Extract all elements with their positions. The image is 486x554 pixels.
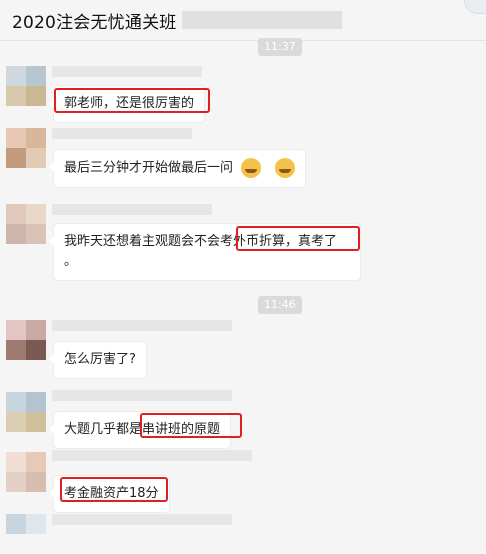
message-text: 怎么厉害了? xyxy=(64,352,136,367)
avatar[interactable] xyxy=(6,320,46,360)
message-bubble[interactable]: 怎么厉害了? xyxy=(49,342,146,378)
message-text: 最后三分钟才开始做最后一问 xyxy=(64,160,234,176)
avatar[interactable] xyxy=(6,392,46,432)
avatar[interactable] xyxy=(6,514,46,554)
highlight-box xyxy=(236,226,360,251)
timestamp: 11:46 xyxy=(258,296,302,314)
more-icon[interactable] xyxy=(464,0,486,14)
highlight-box xyxy=(140,413,242,438)
highlight-box xyxy=(54,88,210,113)
sender-name-redaction xyxy=(52,204,212,215)
avatar[interactable] xyxy=(6,128,46,168)
avatar[interactable] xyxy=(6,452,46,492)
laugh-cry-emoji-icon xyxy=(241,158,262,178)
chat-header: 2020注会无忧通关班 xyxy=(0,0,486,41)
message-text: 。 xyxy=(64,254,78,269)
sender-name-redaction xyxy=(52,320,232,331)
chat-title: 2020注会无忧通关班 xyxy=(12,13,177,33)
sender-name-redaction xyxy=(52,128,192,139)
timestamp: 11:37 xyxy=(258,38,302,56)
message-bubble[interactable]: 最后三分钟才开始做最后一问 xyxy=(48,150,306,187)
title-redaction xyxy=(182,11,342,29)
sender-name-redaction xyxy=(52,390,232,401)
sender-name-redaction xyxy=(52,66,202,77)
sender-name-redaction xyxy=(52,450,252,461)
avatar[interactable] xyxy=(6,66,46,106)
highlight-box xyxy=(60,477,168,502)
sender-name-redaction xyxy=(52,514,232,525)
laugh-cry-emoji-icon xyxy=(275,158,296,178)
avatar[interactable] xyxy=(6,204,46,244)
